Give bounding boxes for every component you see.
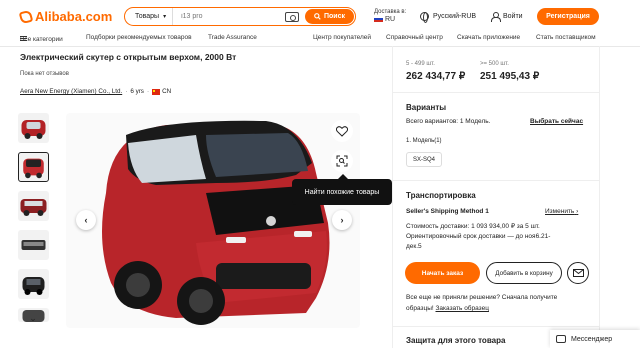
search-icon [314,13,321,20]
nav-help-center[interactable]: Справочный центр [386,34,443,41]
variants-title: Варианты [406,103,447,112]
russia-flag-icon [374,16,383,23]
language-selector[interactable]: Русский-RUB [420,12,477,23]
chevron-right-icon: › [340,215,344,225]
divider [392,326,600,327]
login-link[interactable]: Войти [491,12,523,22]
shipping-cost: Стоимость доставки: 1 093 934,00 ₽ за 5 … [406,223,540,230]
delivery-estimate: Ориентировочный срок доставки — до ноя6.… [406,233,551,240]
thumbnail[interactable] [18,191,49,221]
car-thumbnail-image [22,277,45,295]
nav-bar: Все категории Подборки рекомендуемых тов… [0,32,640,46]
image-search-icon [336,155,348,167]
page: Alibaba.com Товары ▾ Поиск Доставка в: R… [0,0,640,348]
supplier-name-link[interactable]: Aera New Energy (Xiamen) Co., Ltd. [20,88,122,95]
product-title: Электрический скутер с открытым верхом, … [20,52,237,62]
nav-label: Все категории [20,36,63,43]
tier-quantity: >= 500 шт. [480,61,509,67]
variants-total: Всего вариантов: 1 Модель. [406,118,491,125]
nav-become-supplier[interactable]: Стать поставщиком [536,34,596,41]
tier-price: 262 434,77 ₽ [406,71,466,82]
select-variant-link[interactable]: Выбрать сейчас [530,118,583,125]
logo-text: Alibaba.com [35,9,113,24]
protection-title: Защита для этого товара [406,336,506,345]
sample-text: образцы! Заказать образец [406,305,489,312]
register-button[interactable]: Регистрация [537,8,599,25]
model-option-chip[interactable]: SX-SQ4 [406,152,442,167]
start-order-button[interactable]: Начать заказ [405,262,480,284]
sample-prefix: образцы! [406,305,434,312]
heart-icon [336,125,348,137]
search-button-label: Поиск [323,13,345,20]
search-category-label: Товары [135,13,160,20]
login-label: Войти [503,13,523,20]
logo-icon [18,9,34,24]
nav-trade-assurance[interactable]: Trade Assurance [208,34,257,41]
camera-icon[interactable] [284,11,299,22]
add-to-cart-button[interactable]: Добавить в корзину [486,262,562,284]
language-label: Русский-RUB [433,13,477,20]
thumbnail-active[interactable] [18,152,49,182]
messenger-widget[interactable]: Мессенджер [550,330,640,348]
search-button[interactable]: Поиск [304,9,354,24]
contact-supplier-button[interactable] [567,262,589,284]
supplier-country: CN [162,88,172,95]
undecided-text: Все еще не приняли решение? Сначала полу… [406,294,558,301]
nav-get-app[interactable]: Скачать приложение [457,34,520,41]
supplier-info: Aera New Energy (Xiamen) Co., Ltd. · 6 y… [20,88,171,95]
globe-icon [420,12,429,23]
logo[interactable]: Alibaba.com [18,9,113,24]
chevron-left-icon: ‹ [84,215,88,225]
model-label: 1. Модель(1) [406,138,442,144]
mail-icon [572,269,584,277]
china-flag-icon [152,88,161,95]
favorite-button[interactable] [331,120,353,142]
reviews-status: Пока нет отзывов [20,71,69,77]
thumbnail[interactable] [18,230,49,260]
chat-icon [556,335,566,343]
car-thumbnail-image [21,240,46,250]
search-category-select[interactable]: Товары ▾ [125,8,174,25]
ship-to-label: Доставка в: [374,9,407,15]
find-similar-tooltip: Найти похожие товары [292,174,392,205]
car-image [102,120,330,325]
separator: · [146,88,150,95]
nav-featured-selections[interactable]: Подборки рекомендуемых товаров [86,34,192,41]
ship-to-selector[interactable]: Доставка в: RU [374,8,406,24]
car-thumbnail-image [21,120,46,139]
chevron-down-icon: ⌄ [29,312,37,323]
search-bar: Товары ▾ Поиск [124,7,356,26]
prev-image-button[interactable]: ‹ [76,210,96,230]
nav-buyer-center[interactable]: Центр покупателей [313,34,371,41]
shipping-method: Seller's Shipping Method 1 [406,208,489,215]
car-thumbnail-image [20,199,47,216]
change-shipping-label: Изменить [545,208,575,215]
thumbnail[interactable] [18,269,49,299]
car-thumbnail-image [23,158,44,179]
order-sample-link[interactable]: Заказать образец [436,305,489,312]
main-product-image[interactable]: ‹ › [66,113,360,328]
header: Alibaba.com Товары ▾ Поиск Доставка в: R… [0,0,640,32]
chevron-down-icon: ▾ [163,14,167,20]
shipping-title: Транспортировка [406,191,476,200]
delivery-estimate-cont: дек.5 [406,243,422,250]
thumbnail-scroll-down[interactable]: ⌄ [22,310,44,326]
supplier-years: 6 yrs [130,88,144,95]
tier-quantity: 5 - 499 шт. [406,61,435,67]
messenger-label: Мессенджер [571,335,613,343]
tier-price: 251 495,43 ₽ [480,71,540,82]
next-image-button[interactable]: › [332,210,352,230]
ship-to-country: RU [385,16,396,23]
divider [392,180,600,181]
chevron-right-icon: › [576,208,579,215]
search-input[interactable] [173,13,285,20]
thumbnail[interactable] [18,113,49,143]
change-shipping-link[interactable]: Изменить › [545,208,578,215]
find-similar-button[interactable] [331,150,353,172]
divider [392,92,600,93]
separator: · [125,88,128,95]
user-icon [491,12,501,22]
